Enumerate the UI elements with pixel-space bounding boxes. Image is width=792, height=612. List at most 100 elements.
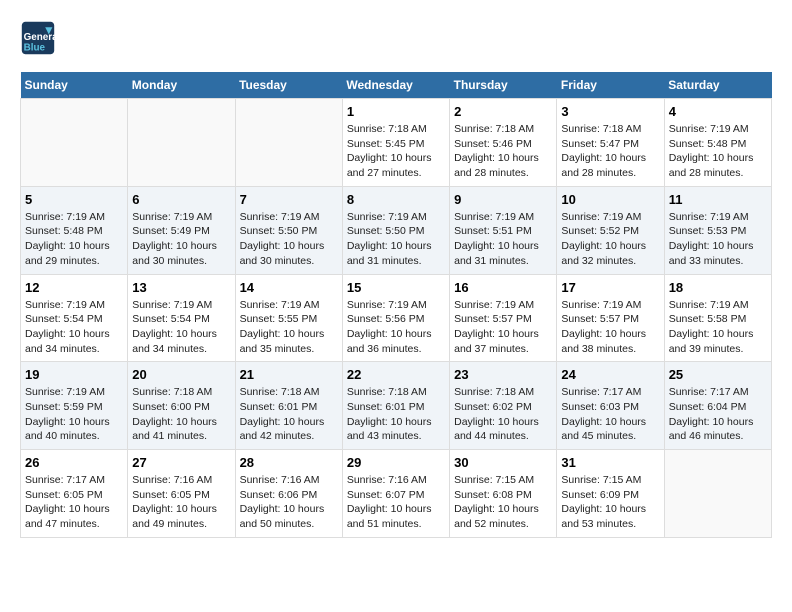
calendar-cell xyxy=(664,450,771,538)
calendar-cell: 15 Sunrise: 7:19 AMSunset: 5:56 PMDayligh… xyxy=(342,274,449,362)
calendar-cell: 6 Sunrise: 7:19 AMSunset: 5:49 PMDaylight… xyxy=(128,186,235,274)
calendar-cell: 28 Sunrise: 7:16 AMSunset: 6:06 PMDayligh… xyxy=(235,450,342,538)
day-number: 13 xyxy=(132,280,230,295)
logo-icon: General Blue xyxy=(20,20,56,56)
calendar-cell: 18 Sunrise: 7:19 AMSunset: 5:58 PMDayligh… xyxy=(664,274,771,362)
calendar-cell xyxy=(21,99,128,187)
svg-text:Blue: Blue xyxy=(24,43,46,54)
column-header-wednesday: Wednesday xyxy=(342,72,449,99)
calendar-cell: 7Sunrise: 7:19 AMSunset: 5:50 PMDaylight… xyxy=(235,186,342,274)
calendar-header-row: SundayMondayTuesdayWednesdayThursdayFrid… xyxy=(21,72,772,99)
day-info: Sunrise: 7:17 AMSunset: 6:05 PMDaylight:… xyxy=(25,473,123,532)
day-number: 29 xyxy=(347,455,445,470)
day-number: 20 xyxy=(132,367,230,382)
calendar-cell: 13 Sunrise: 7:19 AMSunset: 5:54 PMDayligh… xyxy=(128,274,235,362)
day-number: 4 xyxy=(669,104,767,119)
day-number: 21 xyxy=(240,367,338,382)
calendar-cell: 20Sunrise: 7:18 AMSunset: 6:00 PMDayligh… xyxy=(128,362,235,450)
calendar-cell: 10 Sunrise: 7:19 AMSunset: 5:52 PMDayligh… xyxy=(557,186,664,274)
calendar-table: SundayMondayTuesdayWednesdayThursdayFrid… xyxy=(20,72,772,538)
day-number: 12 xyxy=(25,280,123,295)
day-number: 16 xyxy=(454,280,552,295)
calendar-cell xyxy=(128,99,235,187)
day-number: 15 xyxy=(347,280,445,295)
day-info: Sunrise: 7:19 AMSunset: 5:58 PMDaylight:… xyxy=(669,298,767,357)
day-info: Sunrise: 7:18 AMSunset: 5:45 PMDaylight:… xyxy=(347,122,445,181)
day-number: 28 xyxy=(240,455,338,470)
svg-text:General: General xyxy=(24,32,56,43)
calendar-cell: 29 Sunrise: 7:16 AMSunset: 6:07 PMDayligh… xyxy=(342,450,449,538)
day-number: 10 xyxy=(561,192,659,207)
calendar-cell: 17Sunrise: 7:19 AMSunset: 5:57 PMDayligh… xyxy=(557,274,664,362)
calendar-cell: 27 Sunrise: 7:16 AMSunset: 6:05 PMDayligh… xyxy=(128,450,235,538)
column-header-sunday: Sunday xyxy=(21,72,128,99)
day-number: 22 xyxy=(347,367,445,382)
day-info: Sunrise: 7:18 AMSunset: 5:47 PMDaylight:… xyxy=(561,122,659,181)
day-number: 14 xyxy=(240,280,338,295)
day-info: Sunrise: 7:18 AMSunset: 5:46 PMDaylight:… xyxy=(454,122,552,181)
day-number: 30 xyxy=(454,455,552,470)
day-info: Sunrise: 7:15 AMSunset: 6:09 PMDaylight:… xyxy=(561,473,659,532)
column-header-thursday: Thursday xyxy=(450,72,557,99)
day-info: Sunrise: 7:18 AMSunset: 6:01 PMDaylight:… xyxy=(347,385,445,444)
day-info: Sunrise: 7:16 AMSunset: 6:05 PMDaylight:… xyxy=(132,473,230,532)
calendar-cell: 21 Sunrise: 7:18 AMSunset: 6:01 PMDayligh… xyxy=(235,362,342,450)
logo: General Blue xyxy=(20,20,60,56)
day-info: Sunrise: 7:19 AMSunset: 5:53 PMDaylight:… xyxy=(669,210,767,269)
day-number: 11 xyxy=(669,192,767,207)
day-info: Sunrise: 7:18 AMSunset: 6:01 PMDaylight:… xyxy=(240,385,338,444)
calendar-cell: 16Sunrise: 7:19 AMSunset: 5:57 PMDayligh… xyxy=(450,274,557,362)
column-header-tuesday: Tuesday xyxy=(235,72,342,99)
day-number: 26 xyxy=(25,455,123,470)
day-number: 7 xyxy=(240,192,338,207)
calendar-week-row: 19 Sunrise: 7:19 AMSunset: 5:59 PMDayligh… xyxy=(21,362,772,450)
day-info: Sunrise: 7:17 AMSunset: 6:04 PMDaylight:… xyxy=(669,385,767,444)
day-info: Sunrise: 7:19 AMSunset: 5:52 PMDaylight:… xyxy=(561,210,659,269)
day-info: Sunrise: 7:19 AMSunset: 5:56 PMDaylight:… xyxy=(347,298,445,357)
day-number: 8 xyxy=(347,192,445,207)
calendar-week-row: 5 Sunrise: 7:19 AMSunset: 5:48 PMDaylight… xyxy=(21,186,772,274)
calendar-cell: 22 Sunrise: 7:18 AMSunset: 6:01 PMDayligh… xyxy=(342,362,449,450)
day-info: Sunrise: 7:19 AMSunset: 5:54 PMDaylight:… xyxy=(25,298,123,357)
day-number: 31 xyxy=(561,455,659,470)
day-number: 25 xyxy=(669,367,767,382)
calendar-week-row: 26 Sunrise: 7:17 AMSunset: 6:05 PMDayligh… xyxy=(21,450,772,538)
day-info: Sunrise: 7:19 AMSunset: 5:59 PMDaylight:… xyxy=(25,385,123,444)
day-info: Sunrise: 7:19 AMSunset: 5:51 PMDaylight:… xyxy=(454,210,552,269)
column-header-monday: Monday xyxy=(128,72,235,99)
day-number: 3 xyxy=(561,104,659,119)
day-number: 24 xyxy=(561,367,659,382)
day-info: Sunrise: 7:15 AMSunset: 6:08 PMDaylight:… xyxy=(454,473,552,532)
day-info: Sunrise: 7:19 AMSunset: 5:55 PMDaylight:… xyxy=(240,298,338,357)
day-info: Sunrise: 7:19 AMSunset: 5:48 PMDaylight:… xyxy=(25,210,123,269)
calendar-cell: 12 Sunrise: 7:19 AMSunset: 5:54 PMDayligh… xyxy=(21,274,128,362)
day-number: 6 xyxy=(132,192,230,207)
day-info: Sunrise: 7:19 AMSunset: 5:54 PMDaylight:… xyxy=(132,298,230,357)
day-info: Sunrise: 7:19 AMSunset: 5:48 PMDaylight:… xyxy=(669,122,767,181)
day-number: 19 xyxy=(25,367,123,382)
calendar-cell: 31 Sunrise: 7:15 AMSunset: 6:09 PMDayligh… xyxy=(557,450,664,538)
calendar-cell: 23Sunrise: 7:18 AMSunset: 6:02 PMDayligh… xyxy=(450,362,557,450)
day-info: Sunrise: 7:19 AMSunset: 5:50 PMDaylight:… xyxy=(347,210,445,269)
day-info: Sunrise: 7:17 AMSunset: 6:03 PMDaylight:… xyxy=(561,385,659,444)
day-info: Sunrise: 7:16 AMSunset: 6:07 PMDaylight:… xyxy=(347,473,445,532)
calendar-cell: 2 Sunrise: 7:18 AMSunset: 5:46 PMDaylight… xyxy=(450,99,557,187)
day-number: 27 xyxy=(132,455,230,470)
calendar-cell: 8 Sunrise: 7:19 AMSunset: 5:50 PMDaylight… xyxy=(342,186,449,274)
day-number: 2 xyxy=(454,104,552,119)
day-info: Sunrise: 7:19 AMSunset: 5:49 PMDaylight:… xyxy=(132,210,230,269)
day-number: 9 xyxy=(454,192,552,207)
calendar-week-row: 12 Sunrise: 7:19 AMSunset: 5:54 PMDayligh… xyxy=(21,274,772,362)
day-info: Sunrise: 7:19 AMSunset: 5:57 PMDaylight:… xyxy=(561,298,659,357)
calendar-cell: 25 Sunrise: 7:17 AMSunset: 6:04 PMDayligh… xyxy=(664,362,771,450)
calendar-cell xyxy=(235,99,342,187)
column-header-saturday: Saturday xyxy=(664,72,771,99)
calendar-cell: 1Sunrise: 7:18 AMSunset: 5:45 PMDaylight… xyxy=(342,99,449,187)
calendar-cell: 24 Sunrise: 7:17 AMSunset: 6:03 PMDayligh… xyxy=(557,362,664,450)
day-number: 5 xyxy=(25,192,123,207)
calendar-cell: 5 Sunrise: 7:19 AMSunset: 5:48 PMDaylight… xyxy=(21,186,128,274)
day-info: Sunrise: 7:16 AMSunset: 6:06 PMDaylight:… xyxy=(240,473,338,532)
day-number: 18 xyxy=(669,280,767,295)
calendar-cell: 3 Sunrise: 7:18 AMSunset: 5:47 PMDaylight… xyxy=(557,99,664,187)
calendar-cell: 11 Sunrise: 7:19 AMSunset: 5:53 PMDayligh… xyxy=(664,186,771,274)
